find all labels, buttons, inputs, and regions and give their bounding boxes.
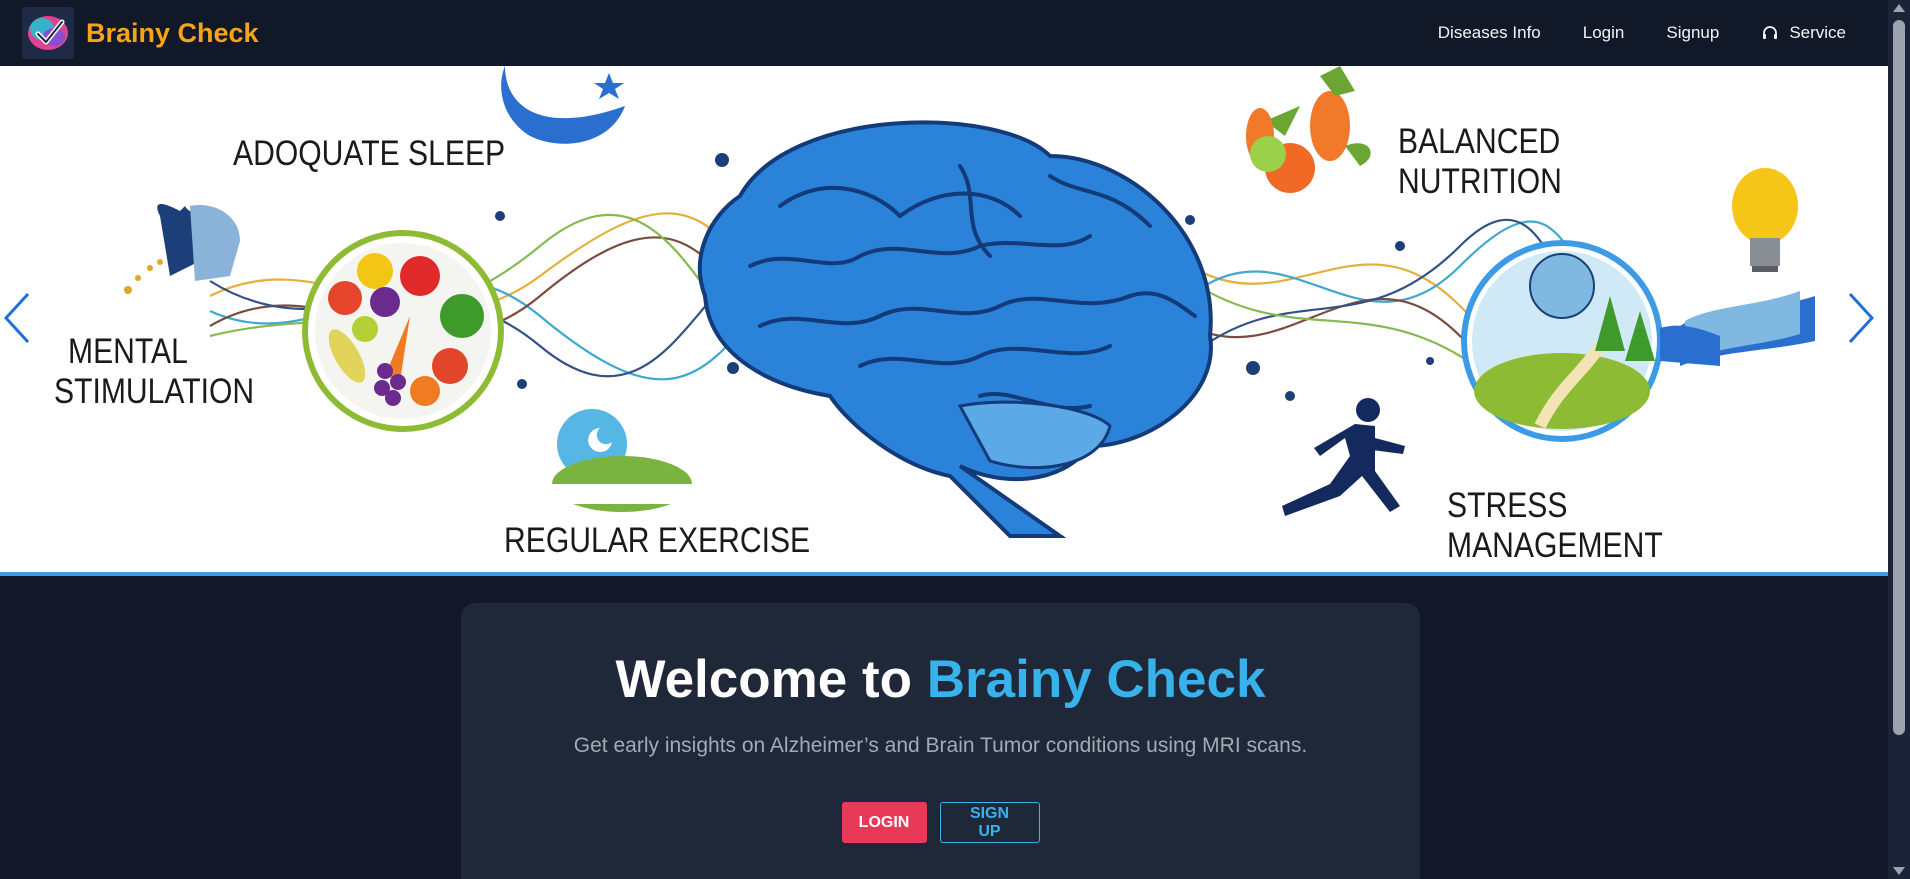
welcome-title: Welcome to Brainy Check [461, 649, 1420, 710]
label-regular-exercise: REGULAR EXERCISE [504, 521, 811, 560]
nav-links: Diseases Info Login Signup Service [1417, 23, 1866, 43]
label-adequate-sleep: ADOQUATE SLEEP [233, 134, 506, 173]
carousel-next-button[interactable] [1846, 291, 1886, 351]
label-nutrition-line2: NUTRITION [1398, 162, 1562, 201]
login-button[interactable]: LOGIN [841, 802, 927, 843]
runner-icon [1282, 398, 1405, 516]
carousel-prev-button[interactable] [2, 291, 42, 351]
nav-service-label: Service [1789, 23, 1846, 42]
nav-login-label: Login [1582, 23, 1625, 42]
brand-name: Brainy Check [86, 17, 259, 48]
nav-signup-label: Signup [1666, 23, 1720, 42]
label-mental-line2: STIMULATION [54, 372, 255, 411]
nav-signup[interactable]: Signup [1645, 23, 1740, 43]
brain-check-logo-icon [22, 7, 74, 59]
scroll-up-arrow-icon[interactable] [1893, 4, 1905, 12]
brain-icon [697, 120, 1213, 538]
scroll-down-arrow-icon[interactable] [1893, 867, 1905, 875]
nav-diseases-info-label: Diseases Info [1437, 23, 1541, 42]
label-nutrition-line1: BALANCED [1398, 122, 1561, 161]
headset-icon [1763, 26, 1778, 39]
top-navbar: Brainy Check Diseases Info Login Signup … [0, 0, 1888, 66]
scroll-thumb[interactable] [1893, 20, 1905, 735]
welcome-card: Welcome to Brainy Check Get early insigh… [461, 603, 1420, 879]
welcome-subtitle: Get early insights on Alzheimer’s and Br… [573, 734, 1308, 757]
welcome-title-accent: Brainy Check [926, 650, 1266, 709]
label-stress-line2: MANAGEMENT [1447, 526, 1663, 565]
signup-button[interactable]: SIGN UP [939, 802, 1040, 843]
chevron-left-icon [3, 292, 30, 344]
brand-home-link[interactable]: Brainy Check [22, 7, 259, 59]
hero-carousel: ADOQUATE SLEEP MENTAL STIMULATION REGULA… [0, 66, 1888, 576]
label-stress-line1: STRESS [1447, 486, 1568, 525]
page-scrollbar[interactable] [1888, 0, 1910, 879]
chevron-right-icon [1848, 292, 1875, 344]
label-mental-line1: MENTAL [68, 332, 188, 371]
welcome-button-row: LOGIN SIGN UP [461, 802, 1420, 843]
nav-diseases-info[interactable]: Diseases Info [1417, 23, 1562, 43]
nav-service[interactable]: Service [1740, 23, 1866, 43]
welcome-title-prefix: Welcome to [615, 650, 927, 709]
nav-login[interactable]: Login [1562, 23, 1646, 43]
